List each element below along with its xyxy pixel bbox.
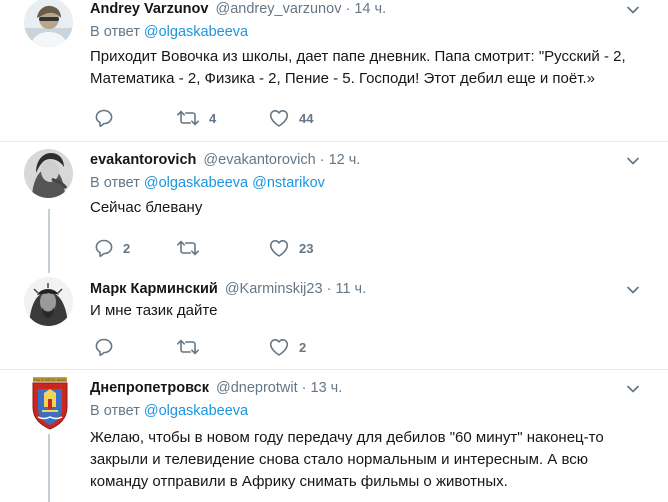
separator-dot: · [345,1,351,17]
like-icon [268,337,290,357]
tweet-time[interactable]: 14 ч. [354,1,386,17]
tweet-time[interactable]: 12 ч. [329,152,361,168]
author-handle[interactable]: @andrey_varzunov [215,1,341,17]
tweet-text: Приходит Вовочка из школы, дает папе дне… [90,48,626,87]
avatar[interactable] [24,277,73,326]
like-button[interactable]: 44 [268,108,313,128]
reply-icon [94,337,114,357]
tweet[interactable]: ЕКАТЕРИНОСЛАВЪ Днепропетровск @dneprotwi… [0,369,668,502]
avatar[interactable] [24,149,73,198]
tweet-time[interactable]: 13 ч. [311,380,343,396]
like-button[interactable]: 23 [268,238,313,258]
tweet-header: Днепропетровск @dneprotwit · 13 ч. [90,379,648,397]
tweet-text: И мне тазик дайте [90,302,218,319]
retweet-count: 4 [209,110,217,126]
avatar[interactable]: ЕКАТЕРИНОСЛАВЪ [30,377,70,433]
retweet-button[interactable]: 4 [176,108,216,128]
coat-of-arms-label: ЕКАТЕРИНОСЛАВЪ [33,378,66,382]
retweet-button[interactable] [176,238,209,258]
reply-mention[interactable]: @nstarikov [252,175,325,191]
reply-context: В ответ @olgaskabeeva [90,22,648,42]
reply-prefix: В ответ [90,403,140,419]
chevron-down-icon[interactable] [625,282,641,298]
reply-button[interactable] [94,337,123,357]
tweet-header: Andrey Varzunov @andrey_varzunov · 14 ч. [90,0,648,18]
reply-icon [94,238,114,258]
reply-prefix: В ответ [90,175,140,191]
tweet-text: Желаю, чтобы в новом году передачу для д… [90,429,604,490]
separator-dot: · [319,152,325,168]
tweet-header: evakantorovich @evakantorovich · 12 ч. [90,151,648,169]
tweet[interactable]: evakantorovich @evakantorovich · 12 ч. В… [0,141,668,274]
retweet-icon [176,108,200,128]
author-name[interactable]: Andrey Varzunov [90,1,208,17]
reply-mention[interactable]: @olgaskabeeva [144,175,248,191]
separator-dot: · [326,281,332,297]
reply-prefix: В ответ [90,24,140,40]
tweet-text: Сейчас блевану [90,199,203,216]
avatar[interactable] [24,0,73,47]
like-count: 2 [299,339,307,355]
like-icon [268,108,290,128]
chevron-down-icon[interactable] [625,153,641,169]
chevron-down-icon[interactable] [625,2,641,18]
like-button[interactable]: 2 [268,337,306,357]
author-handle[interactable]: @dneprotwit [216,380,298,396]
tweet[interactable]: Марк Карминский @Karminskij23 · 11 ч. И … [0,274,668,369]
reply-button[interactable] [94,108,123,128]
like-count: 44 [299,110,314,126]
reply-context: В ответ @olgaskabeeva [90,401,648,421]
reply-icon [94,108,114,128]
retweet-icon [176,238,200,258]
tweet-time[interactable]: 11 ч. [335,281,366,297]
author-handle[interactable]: @evakantorovich [203,152,315,168]
reply-button[interactable]: 2 [94,238,130,258]
author-handle[interactable]: @Karminskij23 [225,281,323,297]
author-name[interactable]: Марк Карминский [90,281,218,297]
like-count: 23 [299,240,314,256]
separator-dot: · [301,380,307,396]
chevron-down-icon[interactable] [625,381,641,397]
reply-context: В ответ @olgaskabeeva @nstarikov [90,173,648,193]
retweet-button[interactable] [176,337,209,357]
author-name[interactable]: evakantorovich [90,152,196,168]
like-icon [268,238,290,258]
tweet[interactable]: Andrey Varzunov @andrey_varzunov · 14 ч.… [0,0,668,141]
author-name[interactable]: Днепропетровск [90,380,209,396]
reply-mention[interactable]: @olgaskabeeva [144,24,248,40]
tweet-header: Марк Карминский @Karminskij23 · 11 ч. [90,280,648,298]
reply-count: 2 [123,240,131,256]
reply-mention[interactable]: @olgaskabeeva [144,403,248,419]
retweet-icon [176,337,200,357]
